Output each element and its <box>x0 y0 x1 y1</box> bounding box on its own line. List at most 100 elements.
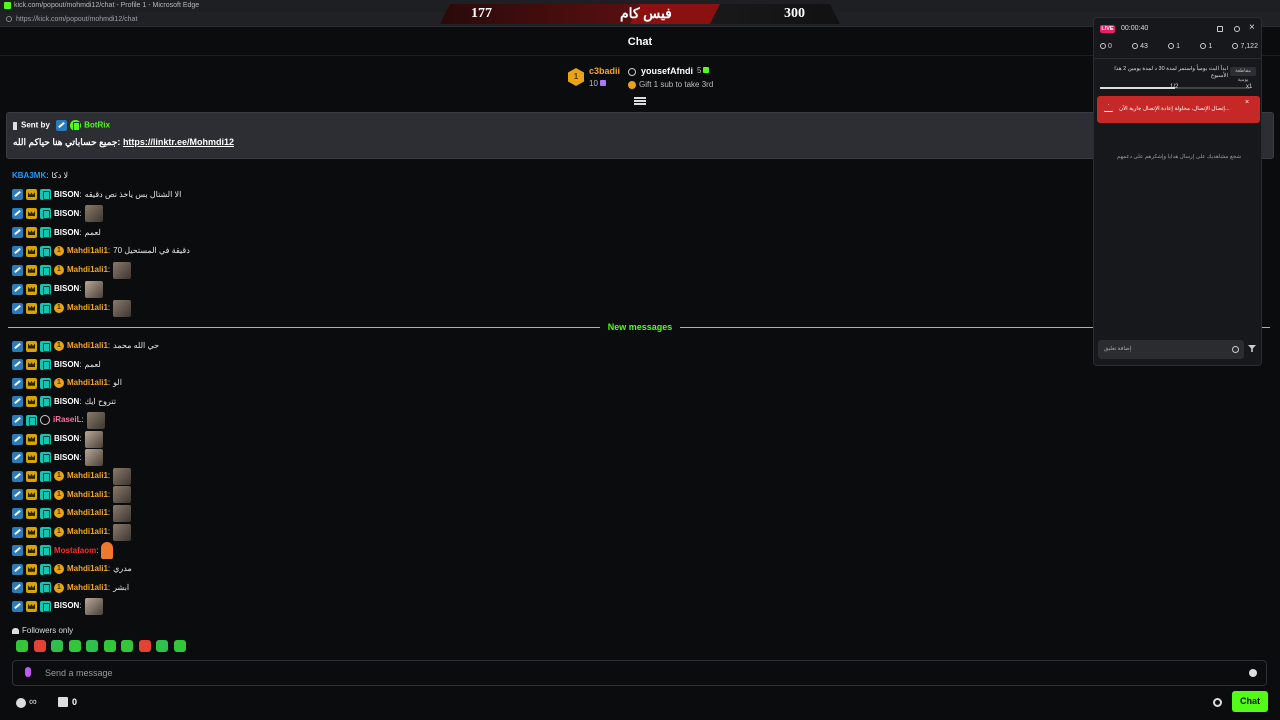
message-username[interactable]: Mahdi1ali1 <box>67 337 108 355</box>
emote-image[interactable] <box>101 542 114 560</box>
chat-message[interactable]: BISON: لعمم <box>12 356 101 374</box>
quick-emote[interactable] <box>103 640 116 652</box>
message-username[interactable]: BISON <box>54 430 79 448</box>
chat-message[interactable]: BISON: تتروح ايك <box>12 393 116 411</box>
emoji-icon[interactable] <box>1232 346 1239 353</box>
message-username[interactable]: BISON <box>54 449 79 467</box>
message-username[interactable]: Mahdi1ali1 <box>67 261 108 279</box>
message-username[interactable]: Mahdi1ali1 <box>67 467 108 485</box>
lock-icon[interactable] <box>1217 26 1223 32</box>
quick-emote[interactable] <box>138 640 151 652</box>
emote-image[interactable] <box>113 523 132 541</box>
message-username[interactable]: BISON <box>54 356 79 374</box>
chat-input[interactable]: Send a message <box>12 660 1267 686</box>
settings-icon[interactable] <box>1234 26 1240 32</box>
quick-emote[interactable] <box>173 640 186 652</box>
quick-emote[interactable] <box>156 640 168 652</box>
quick-emote[interactable] <box>121 640 133 652</box>
chat-message[interactable]: BISON: لعمم <box>12 224 101 242</box>
chat-message[interactable]: iRaseiL: <box>12 411 105 429</box>
send-chat-button[interactable]: Chat <box>1232 691 1268 712</box>
emote-image[interactable] <box>113 467 132 485</box>
crown-icon <box>26 245 37 257</box>
chat-message[interactable]: BISON: <box>12 449 103 467</box>
chat-message[interactable]: 1 Mahdi1ali1: <box>12 299 132 317</box>
message-username[interactable]: Mahdi1ali1 <box>67 579 108 597</box>
emote-image[interactable] <box>84 597 103 615</box>
message-username[interactable]: iRaseiL <box>53 411 81 429</box>
subscriber-icon <box>40 377 51 389</box>
chat-message[interactable]: 1 Mahdi1ali1: دقيقة في المستحيل 70 <box>12 242 190 260</box>
pinned-link[interactable]: https://linktr.ee/Mohmdi12 <box>123 137 234 147</box>
crown-icon <box>26 396 37 408</box>
chat-message[interactable]: 1 Mahdi1ali1: <box>12 486 132 504</box>
emote-image[interactable] <box>84 205 103 223</box>
message-username[interactable]: Mostafaom <box>54 542 96 560</box>
points-icon[interactable] <box>16 698 26 708</box>
chat-message[interactable]: BISON: الا الشتال بس ياخذ نص دقيقه <box>12 186 181 204</box>
chat-message[interactable]: 1 Mahdi1ali1: <box>12 504 132 522</box>
emote-image[interactable] <box>113 261 132 279</box>
subscriber-icon <box>26 414 37 426</box>
message-username[interactable]: KBA3MK <box>12 167 46 185</box>
message-colon: : <box>79 434 82 443</box>
moderator-icon <box>12 377 23 389</box>
gift-icon <box>628 81 636 89</box>
message-username[interactable]: Mahdi1ali1 <box>67 523 108 541</box>
message-username[interactable]: BISON <box>54 597 79 615</box>
panel-comment-input[interactable]: إضافة تعليق <box>1098 340 1244 359</box>
message-colon: : <box>107 341 111 350</box>
emote-image[interactable] <box>84 449 103 467</box>
message-username[interactable]: BISON <box>54 205 79 223</box>
leader-name-2[interactable]: yousefAfndi <box>641 66 693 76</box>
settings-gear-icon[interactable] <box>1213 698 1222 707</box>
message-username[interactable]: Mahdi1ali1 <box>67 242 108 260</box>
chat-message[interactable]: KBA3MK: لا دكا <box>12 167 68 185</box>
chat-message[interactable]: BISON: <box>12 205 103 223</box>
chat-message[interactable]: BISON: <box>12 430 103 448</box>
window-title: kick.com/popout/mohmdi12/chat - Profile … <box>14 2 200 9</box>
message-username[interactable]: BISON <box>54 224 79 242</box>
quick-emote[interactable] <box>16 640 28 652</box>
emote-image[interactable] <box>113 504 132 522</box>
chat-message[interactable]: 1 Mahdi1ali1: الو <box>12 374 122 392</box>
message-username[interactable]: Mahdi1ali1 <box>67 299 108 317</box>
chat-message[interactable]: 1 Mahdi1ali1: <box>12 261 132 279</box>
emoji-icon[interactable] <box>1249 669 1257 677</box>
message-username[interactable]: Mahdi1ali1 <box>67 486 108 504</box>
quick-emote[interactable] <box>51 640 63 652</box>
emote-image[interactable] <box>113 486 132 504</box>
chat-message[interactable]: Mostafaom: <box>12 542 114 560</box>
emote-image[interactable] <box>86 411 105 429</box>
gift-icon[interactable] <box>58 697 68 707</box>
chat-message[interactable]: 1 Mahdi1ali1: حي الله محمد <box>12 337 159 355</box>
collapse-icon[interactable] <box>634 97 646 105</box>
chat-message[interactable]: 1 Mahdi1ali1: مدري <box>12 560 132 578</box>
quick-emote[interactable] <box>33 640 46 652</box>
quick-emote[interactable] <box>86 640 98 652</box>
chat-message[interactable]: 1 Mahdi1ali1: <box>12 523 132 541</box>
pinned-sender[interactable]: BotRix <box>84 121 110 130</box>
quick-emote[interactable] <box>68 640 81 652</box>
close-icon[interactable]: × <box>1249 22 1255 33</box>
message-username[interactable]: BISON <box>54 280 79 298</box>
chat-message[interactable]: 1 Mahdi1ali1: ابشر <box>12 579 129 597</box>
followers-only-text: Followers only <box>22 626 74 635</box>
message-username[interactable]: Mahdi1ali1 <box>67 560 108 578</box>
emote-image[interactable] <box>113 299 132 317</box>
microphone-icon[interactable] <box>25 667 31 677</box>
chat-message[interactable]: BISON: <box>12 280 103 298</box>
pinned-message[interactable]: Sent by BotRix جميع حساباتي هنا حياكم ال… <box>6 112 1274 159</box>
emote-image[interactable] <box>84 280 103 298</box>
filter-icon[interactable] <box>1248 345 1256 352</box>
gift-cta[interactable]: Gift 1 sub to take 3rd <box>639 80 713 89</box>
chat-message[interactable]: BISON: <box>12 597 103 615</box>
alert-close-button[interactable]: × <box>1245 99 1249 106</box>
message-username[interactable]: BISON <box>54 186 79 204</box>
emote-image[interactable] <box>84 430 103 448</box>
message-username[interactable]: Mahdi1ali1 <box>67 374 108 392</box>
message-username[interactable]: Mahdi1ali1 <box>67 504 108 522</box>
leader-name-1[interactable]: c3badii <box>589 66 620 76</box>
chat-message[interactable]: 1 Mahdi1ali1: <box>12 467 132 485</box>
message-username[interactable]: BISON <box>54 393 79 411</box>
